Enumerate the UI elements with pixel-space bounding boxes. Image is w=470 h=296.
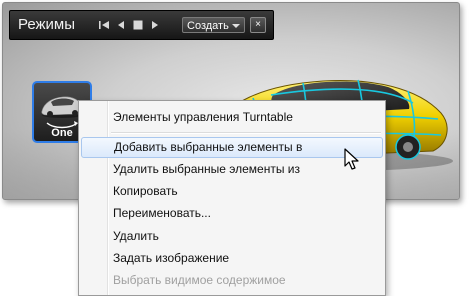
first-icon[interactable] bbox=[98, 17, 112, 33]
chevron-down-icon bbox=[232, 24, 240, 28]
close-icon: × bbox=[255, 19, 261, 30]
create-button-label: Создать bbox=[187, 20, 229, 32]
menu-item-add-selected[interactable]: Добавить выбранные элементы в bbox=[81, 137, 383, 158]
menu-item-set-image[interactable]: Задать изображение bbox=[81, 248, 383, 269]
menu-item-copy[interactable]: Копировать bbox=[81, 181, 383, 202]
close-button[interactable]: × bbox=[250, 17, 266, 33]
create-button[interactable]: Создать bbox=[182, 17, 245, 33]
screenshot-stage: Режимы Создать × One Элементы управления… bbox=[0, 0, 470, 296]
menu-item-select-visible: Выбрать видимое содержимое bbox=[113, 273, 286, 287]
next-icon[interactable] bbox=[150, 17, 162, 33]
prev-icon[interactable] bbox=[116, 17, 128, 33]
window-title: Режимы bbox=[18, 16, 76, 33]
stop-icon[interactable] bbox=[132, 17, 144, 33]
mouse-cursor-icon bbox=[344, 148, 359, 170]
menu-item-turntable-controls[interactable]: Элементы управления Turntable bbox=[81, 107, 383, 128]
modes-toolbar: Режимы Создать × bbox=[9, 10, 274, 40]
context-menu: Элементы управления Turntable Добавить в… bbox=[78, 100, 386, 296]
menu-item-rename[interactable]: Переименовать... bbox=[81, 203, 383, 224]
menu-item-delete[interactable]: Удалить bbox=[81, 226, 383, 247]
menu-item-remove-selected[interactable]: Удалить выбранные элементы из bbox=[81, 159, 383, 180]
menu-separator bbox=[111, 132, 381, 134]
